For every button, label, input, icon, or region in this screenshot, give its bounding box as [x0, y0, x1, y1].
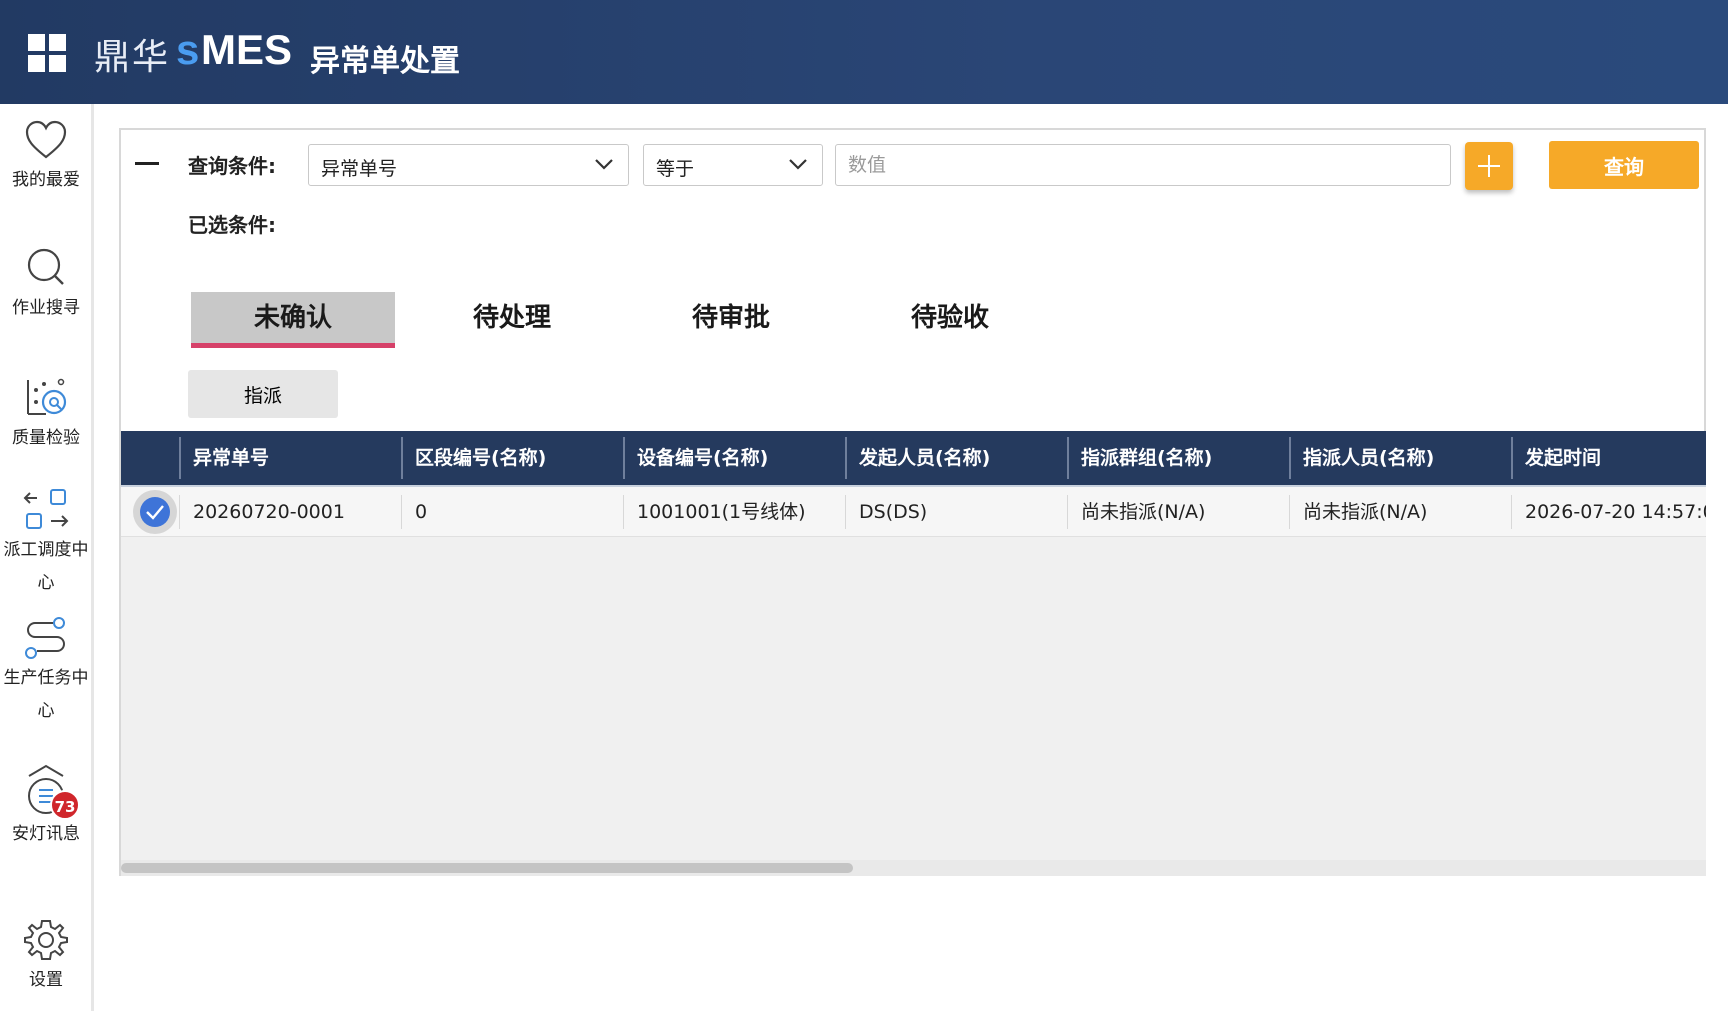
chevron-down-icon — [595, 159, 613, 170]
app-grid-icon[interactable] — [28, 34, 66, 72]
sidebar-item-favorites[interactable]: 我的最爱 — [0, 118, 92, 198]
tab-unconfirmed[interactable]: 未确认 — [191, 292, 395, 348]
heart-icon — [25, 120, 67, 159]
query-button[interactable]: 查询 — [1549, 141, 1699, 189]
table-header: 异常单号 区段编号(名称) 设备编号(名称) 发起人员(名称) 指派群组(名称)… — [121, 431, 1706, 487]
cell-initiator: DS(DS) — [859, 501, 928, 523]
sidebar: 我的最爱 作业搜寻 质量检验 派工调度中 心 生产任务中 心 73 安灯讯息 设… — [0, 104, 94, 1011]
quality-inspection-icon — [27, 378, 67, 415]
app-window: 鼎华 s MES 异常单处置 我的最爱 作业搜寻 质量检验 派工调度中 心 生产… — [0, 0, 1728, 1011]
assign-button[interactable]: 指派 — [188, 370, 338, 418]
sidebar-item-label: 设置 — [29, 970, 63, 990]
tab-pending-process[interactable]: 待处理 — [410, 292, 614, 348]
sidebar-item-label: 作业搜寻 — [12, 298, 80, 318]
column-header-initiated-time[interactable]: 发起时间 — [1513, 431, 1706, 485]
cell-separator — [1067, 495, 1068, 529]
collapse-button[interactable] — [135, 162, 159, 165]
column-header-assigned-person[interactable]: 指派人员(名称) — [1291, 431, 1511, 485]
sidebar-item-label-line2: 心 — [37, 573, 55, 593]
brand-logo-mes: MES — [201, 26, 293, 73]
sidebar-item-dispatch-center[interactable]: 派工调度中 心 — [0, 488, 92, 598]
column-header-initiator[interactable]: 发起人员(名称) — [847, 431, 1067, 485]
main-panel: 查询条件: 异常单号 等于 查询 已选条件: 未确认 待处理 待审批 待验收 指… — [119, 128, 1706, 876]
brand-logo-s: s — [176, 26, 200, 73]
sidebar-item-job-search[interactable]: 作业搜寻 — [0, 246, 92, 326]
app-header: 鼎华 s MES 异常单处置 — [0, 0, 1728, 104]
cell-equipment: 1001001(1号线体) — [637, 501, 806, 523]
cell-assigned-group: 尚未指派(N/A) — [1081, 501, 1206, 523]
operator-select[interactable]: 等于 — [643, 144, 823, 186]
page-title: 异常单处置 — [310, 44, 460, 79]
cell-assigned-person: 尚未指派(N/A) — [1303, 501, 1428, 523]
column-header-assigned-group[interactable]: 指派群组(名称) — [1069, 431, 1289, 485]
value-input[interactable] — [835, 144, 1451, 186]
brand-name-cn: 鼎华 — [94, 37, 171, 78]
table-row[interactable]: 20260720-0001 0 1001001(1号线体) DS(DS) 尚未指… — [121, 487, 1706, 537]
sidebar-item-label: 我的最爱 — [12, 170, 80, 190]
gear-icon — [24, 920, 68, 960]
tab-pending-approval[interactable]: 待审批 — [629, 292, 833, 348]
tab-pending-acceptance[interactable]: 待验收 — [848, 292, 1052, 348]
horizontal-scrollbar[interactable] — [121, 860, 1706, 876]
scrollbar-thumb[interactable] — [121, 863, 853, 873]
sidebar-item-label-line2: 心 — [37, 701, 55, 721]
sidebar-item-settings[interactable]: 设置 — [0, 918, 92, 998]
exception-table: 异常单号 区段编号(名称) 设备编号(名称) 发起人员(名称) 指派群组(名称)… — [121, 431, 1706, 876]
field-select[interactable]: 异常单号 — [308, 144, 629, 186]
column-header-equipment[interactable]: 设备编号(名称) — [625, 431, 845, 485]
selected-conditions-label: 已选条件: — [188, 213, 276, 237]
add-condition-button[interactable] — [1465, 142, 1513, 190]
chevron-down-icon — [789, 159, 807, 170]
notification-badge: 73 — [50, 790, 80, 820]
query-conditions-label: 查询条件: — [188, 154, 276, 178]
field-select-value: 异常单号 — [321, 158, 398, 180]
check-icon — [146, 505, 164, 520]
sidebar-item-label: 安灯讯息 — [12, 824, 80, 844]
sidebar-item-label: 生产任务中 — [3, 668, 89, 688]
column-header-exception-no[interactable]: 异常单号 — [181, 431, 401, 485]
sidebar-item-label: 派工调度中 — [3, 540, 89, 560]
sidebar-item-quality-inspection[interactable]: 质量检验 — [0, 376, 92, 456]
operator-select-value: 等于 — [656, 158, 695, 180]
plus-icon — [1478, 155, 1500, 177]
cell-section: 0 — [415, 501, 428, 523]
cell-exception-no: 20260720-0001 — [193, 501, 345, 523]
sidebar-item-andon-messages[interactable]: 73 安灯讯息 — [0, 762, 92, 852]
cell-initiated-time: 2026-07-20 14:57:08 — [1525, 501, 1706, 523]
cell-separator — [1289, 495, 1290, 529]
sidebar-item-production-task-center[interactable]: 生产任务中 心 — [0, 616, 92, 726]
sidebar-item-label: 质量检验 — [12, 428, 80, 448]
search-icon — [27, 248, 64, 285]
cell-separator — [179, 495, 180, 529]
cell-separator — [845, 495, 846, 529]
cell-separator — [623, 495, 624, 529]
cell-separator — [1511, 495, 1512, 529]
row-select-checkbox[interactable] — [133, 490, 177, 534]
production-task-icon — [25, 617, 65, 659]
cell-separator — [401, 495, 402, 529]
column-header-section[interactable]: 区段编号(名称) — [403, 431, 623, 485]
dispatch-icon — [23, 489, 69, 529]
